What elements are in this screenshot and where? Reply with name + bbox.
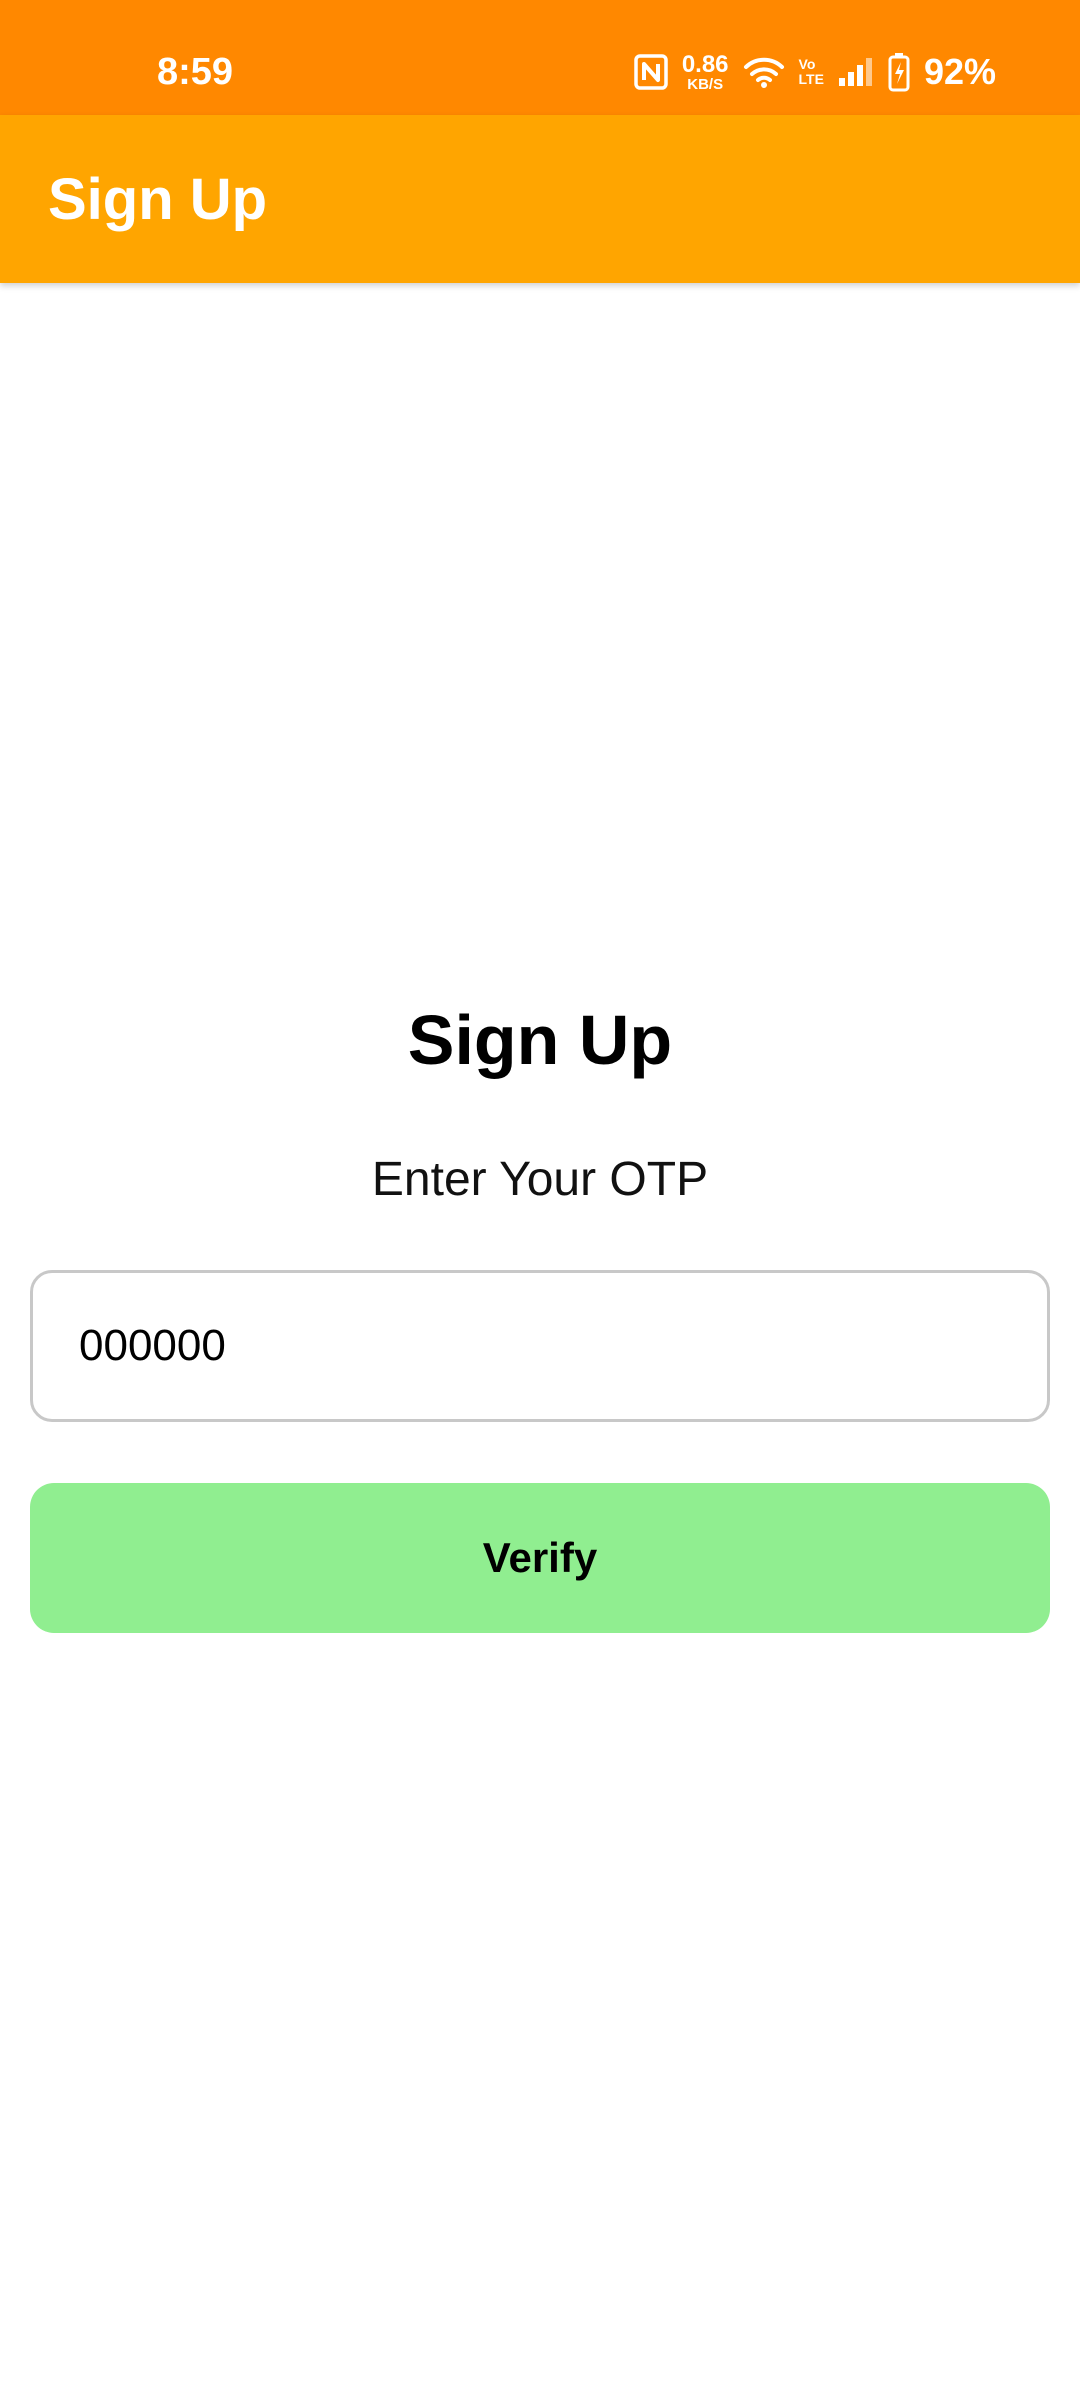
otp-input[interactable] <box>30 1270 1050 1422</box>
network-speed: 0.86 KB/S <box>681 50 729 93</box>
status-time: 8:59 <box>157 51 234 93</box>
volte-bottom-text: LTE <box>798 71 824 87</box>
battery-icon <box>888 52 910 92</box>
verify-button[interactable]: Verify <box>30 1483 1050 1633</box>
app-bar: Sign Up <box>0 115 1080 283</box>
nfc-icon <box>634 54 668 90</box>
volte-indicator: Vo LTE <box>799 57 824 86</box>
otp-prompt: Enter Your OTP <box>371 1153 709 1206</box>
battery-percent: 92% <box>923 51 996 92</box>
wifi-icon <box>743 55 785 89</box>
app-bar-title: Sign Up <box>48 167 268 232</box>
page-heading: Sign Up <box>407 1001 673 1079</box>
status-icons: 0.86 KB/S Vo LTE 92% <box>634 48 996 96</box>
volte-top-text: Vo <box>798 56 816 73</box>
signal-icon <box>838 56 874 88</box>
network-speed-value: 0.86 <box>681 50 729 78</box>
network-speed-unit: KB/S <box>687 75 724 93</box>
status-bar: 8:59 0.86 KB/S Vo LTE 92% <box>0 0 1080 115</box>
